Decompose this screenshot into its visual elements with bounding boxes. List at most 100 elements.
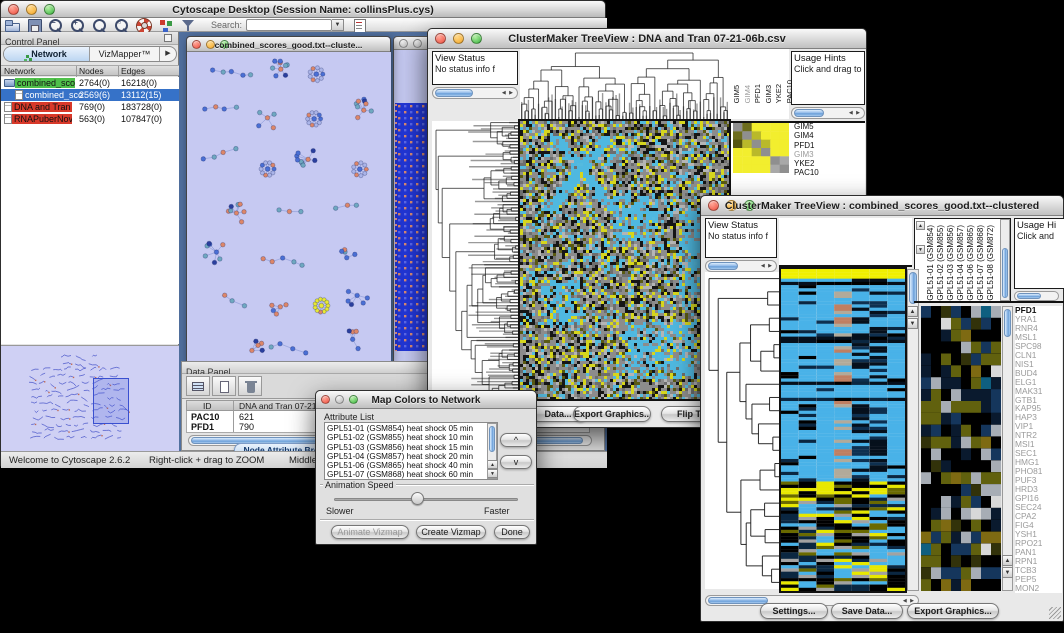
create-vizmap-button[interactable]: Create Vizmap [416, 525, 486, 539]
cell-value[interactable]: 621 [239, 412, 254, 422]
column-label[interactable]: GIM5 [733, 85, 741, 103]
trash-icon[interactable] [238, 376, 262, 396]
usage-hints-hscrollbar[interactable] [1014, 291, 1059, 301]
network-table-header[interactable]: Network Nodes Edges [1, 65, 179, 76]
slider-thumb[interactable] [411, 492, 424, 505]
export-graphics-button[interactable]: Export Graphics... [573, 406, 651, 422]
network-tree-row[interactable]: combined_sco2569(6)13112(15) [1, 89, 179, 101]
float-panel-icon[interactable] [164, 34, 172, 42]
column-label[interactable]: GPL51-03 (GSM856) [947, 225, 955, 301]
help-lifesaver-icon[interactable] [135, 17, 153, 33]
network-graph-canvas[interactable] [188, 52, 391, 362]
vizmapper-icon[interactable] [157, 17, 175, 33]
attribute-list-item[interactable]: GPL51-02 (GSM855) heat shock 10 min [325, 433, 497, 442]
column-label[interactable]: GPL51-06 (GSM865) [967, 225, 975, 301]
export-graphics-button[interactable]: Export Graphics... [907, 603, 999, 619]
column-label[interactable]: GPL51-07 (GSM868) [977, 225, 985, 301]
attribute-list-item[interactable]: GPL51-06 (GSM865) heat shock 40 min [325, 461, 497, 470]
network-tree-row[interactable]: DNA and Tran 07769(0)183728(0) [1, 101, 179, 113]
heatmap-vscrollbar[interactable]: ▲ ▼ [907, 269, 919, 591]
zoom-out-icon[interactable]: – [47, 17, 65, 33]
nodes-count: 2569(6) [79, 90, 110, 100]
column-label[interactable]: GIM4 [744, 85, 752, 103]
zoom-region-icon[interactable]: ▫ [113, 17, 131, 33]
row-label[interactable]: GIM3 [794, 150, 864, 159]
cell-value[interactable]: 790 [239, 422, 254, 432]
heatmap-canvas[interactable] [520, 121, 729, 399]
view-status-hscrollbar[interactable] [705, 260, 777, 272]
row-label[interactable]: GIM5 [794, 122, 864, 131]
attribute-list-item[interactable]: GPL51-01 (GSM854) heat shock 05 min [325, 424, 497, 433]
status-zoom-hint: Right-click + drag to ZOOM [149, 455, 264, 466]
treeview2-title-bar[interactable]: ClusterMaker TreeView : combined_scores_… [701, 196, 1063, 216]
attribute-list-item[interactable]: GPL51-04 (GSM857) heat shock 20 min [325, 452, 497, 461]
animate-vizmap-button[interactable]: Animate Vizmap [331, 525, 409, 539]
zoom-in-icon[interactable]: + [69, 17, 87, 33]
search-input[interactable] [246, 19, 332, 31]
table-row[interactable]: PAC10 [191, 412, 219, 422]
tab-overflow-icon[interactable]: ▶ [160, 47, 176, 61]
treeview2-column-labels: GPL51-01 (GSM854)GPL51-02 (GSM855)GPL51-… [927, 219, 999, 301]
attribute-listbox[interactable]: GPL51-01 (GSM854) heat shock 05 minGPL51… [324, 422, 498, 480]
view-status-hscrollbar[interactable] [432, 87, 518, 99]
row-dendrogram-canvas[interactable] [432, 121, 518, 399]
usage-hints-title: Usage Hi [1015, 219, 1064, 231]
row-label[interactable]: GIM4 [794, 131, 864, 140]
column-label[interactable]: GPL51-08 (GSM872) [987, 225, 995, 301]
column-labels-vscrollbar[interactable] [1000, 219, 1010, 301]
row-label[interactable]: PFD1 [794, 141, 864, 150]
view-status-text: No status info f [433, 64, 517, 74]
treeview1-column-labels: GIM5GIM4PFD1GIM3YKE2PAC10 [729, 49, 789, 119]
column-label[interactable]: GIM3 [765, 85, 773, 103]
faster-label: Faster [484, 506, 510, 516]
column-dendrogram-canvas[interactable] [520, 49, 729, 119]
network-view-title-bar[interactable]: combined_scores_good.txt--cluste... [187, 37, 390, 52]
network-overview-canvas[interactable] [3, 347, 177, 451]
animation-speed-slider[interactable] [334, 498, 518, 501]
selected-genes-matrix-canvas[interactable] [733, 123, 789, 173]
network-tree-empty [1, 125, 179, 344]
column-label[interactable]: GPL51-04 (GSM857) [957, 225, 965, 301]
column-label[interactable]: GPL51-02 (GSM855) [937, 225, 945, 301]
detail-vscrollbar[interactable]: ▲ ▼ [1002, 306, 1013, 591]
attribute-doc-icon[interactable] [350, 17, 368, 33]
done-button[interactable]: Done [494, 525, 530, 539]
open-folder-icon[interactable] [3, 17, 21, 33]
usage-hints-hscrollbar[interactable] [791, 107, 865, 119]
search-dropdown-icon[interactable]: ▼ [332, 19, 344, 31]
resize-grip[interactable] [1049, 607, 1061, 619]
table-row[interactable]: PFD1 [191, 422, 214, 432]
network-tree-row[interactable]: RNAPuberNov2+I563(0)107847(0) [1, 113, 179, 125]
move-up-button[interactable]: ^ [500, 433, 532, 447]
tab-vizmapper[interactable]: VizMapper™ [90, 47, 160, 61]
tab-network[interactable]: Network [4, 47, 90, 61]
row-label[interactable]: PAC10 [794, 168, 864, 177]
attribute-list-vscrollbar[interactable]: ▲ ▼ [487, 423, 497, 479]
row-label[interactable]: YKE2 [794, 159, 864, 168]
row-dendrogram-canvas[interactable] [705, 272, 780, 589]
attribute-list-item[interactable]: GPL51-07 (GSM868) heat shock 60 min [325, 470, 497, 479]
detail-heatmap-canvas[interactable] [921, 306, 1001, 591]
save-icon[interactable] [25, 17, 43, 33]
save-data-button[interactable]: Save Data... [831, 603, 903, 619]
settings-button[interactable]: Settings... [760, 603, 828, 619]
network-tab-icon [26, 55, 29, 58]
treeview1-title-bar[interactable]: ClusterMaker TreeView : DNA and Tran 07-… [428, 29, 866, 49]
move-down-button[interactable]: v [500, 455, 532, 469]
map-colors-dialog: Map Colors to Network Attribute List GPL… [315, 390, 537, 545]
close-icon[interactable] [399, 39, 408, 48]
column-label[interactable]: YKE2 [775, 84, 783, 103]
new-document-icon[interactable] [212, 376, 236, 396]
filter-funnel-icon[interactable] [179, 17, 197, 33]
column-label[interactable]: PFD1 [754, 84, 762, 103]
network-tree-row[interactable]: combined_scores2764(0)16218(0) [1, 77, 179, 89]
overview-viewport-rect[interactable] [93, 378, 129, 424]
dialog-title-bar[interactable]: Map Colors to Network [316, 391, 536, 409]
heatmap-canvas[interactable] [781, 269, 905, 591]
zoom-fit-icon[interactable] [91, 17, 109, 33]
attribute-list-item[interactable]: GPL51-03 (GSM856) heat shock 15 min [325, 443, 497, 452]
gene-label[interactable]: MON2 [1015, 584, 1062, 593]
table-view-icon[interactable] [186, 376, 210, 396]
column-label[interactable]: GPL51-01 (GSM854) [927, 225, 935, 301]
minimize-icon[interactable] [413, 39, 422, 48]
